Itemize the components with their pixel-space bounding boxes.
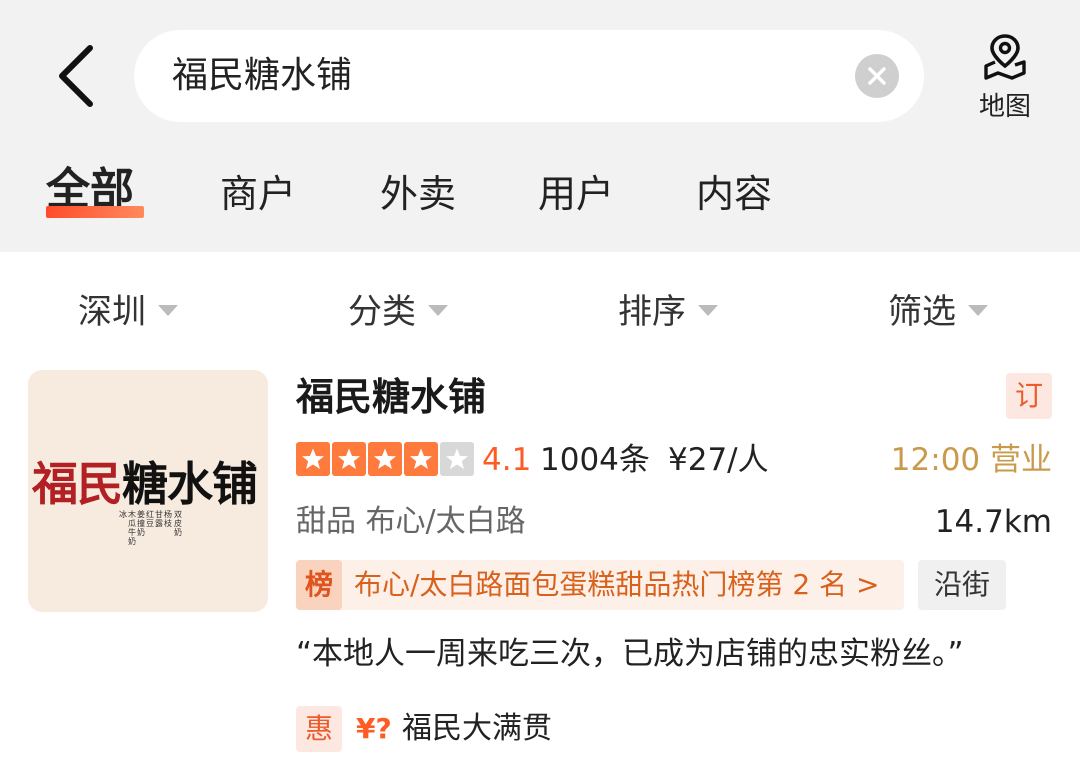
logo-small-text: 木瓜牛奶 (128, 510, 136, 546)
avg-price: ¥27/人 (668, 442, 769, 478)
deal-name: 福民大满贯 (402, 711, 552, 746)
filter-category-label: 分类 (348, 292, 416, 332)
filter-screen[interactable]: 筛选 (888, 280, 988, 344)
logo-small-text: 姜撞奶 (137, 510, 145, 537)
caret-down-icon (698, 305, 718, 316)
shop-logo-text: 福民糖水铺 (32, 448, 268, 514)
filter-city[interactable]: 深圳 (78, 280, 178, 344)
search-tabs: 全部 商户 外卖 用户 内容 (0, 160, 1080, 230)
caret-down-icon (428, 305, 448, 316)
ranking-link[interactable]: 榜 布心/太白路面包蛋糕甜品热门榜第 2 名 > (296, 560, 904, 610)
search-header: 福民糖水铺 地图 全部 商户 外卖 用户 内容 (0, 0, 1080, 252)
star-icon (404, 442, 438, 476)
deal-icon: 惠 (296, 706, 342, 752)
search-query-text: 福民糖水铺 (172, 55, 353, 96)
tab-content[interactable]: 内容 (696, 164, 772, 224)
active-tab-indicator (46, 206, 144, 218)
deal-row[interactable]: 惠 ¥? 福民大满贯 (296, 706, 896, 756)
clear-search-button[interactable] (855, 54, 899, 98)
caret-down-icon (968, 305, 988, 316)
shop-thumbnail[interactable]: 福民糖水铺 双皮奶 杨枝 甘露 红豆 姜撞奶 木瓜牛奶 冰 (28, 370, 268, 612)
filter-category[interactable]: 分类 (348, 280, 448, 344)
logo-small-text: 红豆 (146, 510, 154, 528)
rating-row: 4.1 1004条 ¥27/人 12:00 营业 (296, 438, 1056, 482)
star-icon (332, 442, 366, 476)
star-icon (296, 442, 330, 476)
tab-merchants[interactable]: 商户 (220, 164, 296, 224)
shop-logo-dark-text: 糖水铺 (122, 457, 258, 511)
shop-name[interactable]: 福民糖水铺 (296, 372, 486, 422)
map-label: 地图 (978, 92, 1031, 122)
booking-badge: 订 (1006, 373, 1052, 419)
caret-down-icon (158, 305, 178, 316)
filter-sort[interactable]: 排序 (618, 280, 718, 344)
map-pin-icon (984, 34, 1026, 80)
rating-score: 4.1 (482, 442, 532, 478)
star-icon (440, 442, 474, 476)
shop-logo-red-text: 福民 (32, 457, 123, 511)
ranking-icon: 榜 (296, 560, 342, 610)
star-icon (368, 442, 402, 476)
filter-sort-label: 排序 (618, 292, 686, 332)
street-badge: 沿街 (918, 560, 1006, 610)
tab-users[interactable]: 用户 (538, 164, 614, 224)
search-input[interactable]: 福民糖水铺 (134, 30, 924, 122)
close-icon (868, 67, 886, 85)
shop-distance: 14.7km (934, 504, 1052, 540)
opening-hours: 12:00 营业 (890, 442, 1052, 478)
deal-price: ¥? (356, 712, 392, 745)
logo-small-text: 双皮奶 (174, 510, 182, 537)
tab-delivery[interactable]: 外卖 (380, 164, 456, 224)
back-arrow-icon (59, 45, 93, 107)
category-row: 甜品 布心/太白路 14.7km (296, 500, 1056, 544)
ranking-text: 布心/太白路面包蛋糕甜品热门榜第 2 名 > (354, 568, 880, 601)
logo-small-text: 甘露 (155, 510, 163, 528)
filter-screen-label: 筛选 (888, 292, 956, 332)
back-button[interactable] (48, 40, 108, 110)
filter-bar: 深圳 分类 排序 筛选 (0, 280, 1080, 344)
review-quote: “本地人一周来吃三次，已成为店铺的忠实粉丝。” (296, 636, 964, 672)
logo-small-text: 冰 (119, 510, 127, 519)
map-button[interactable]: 地图 (966, 32, 1044, 124)
shop-category: 甜品 布心/太白路 (296, 504, 526, 539)
logo-small-text: 杨枝 (164, 510, 172, 528)
filter-city-label: 深圳 (78, 292, 146, 332)
review-count: 1004条 (540, 442, 650, 478)
